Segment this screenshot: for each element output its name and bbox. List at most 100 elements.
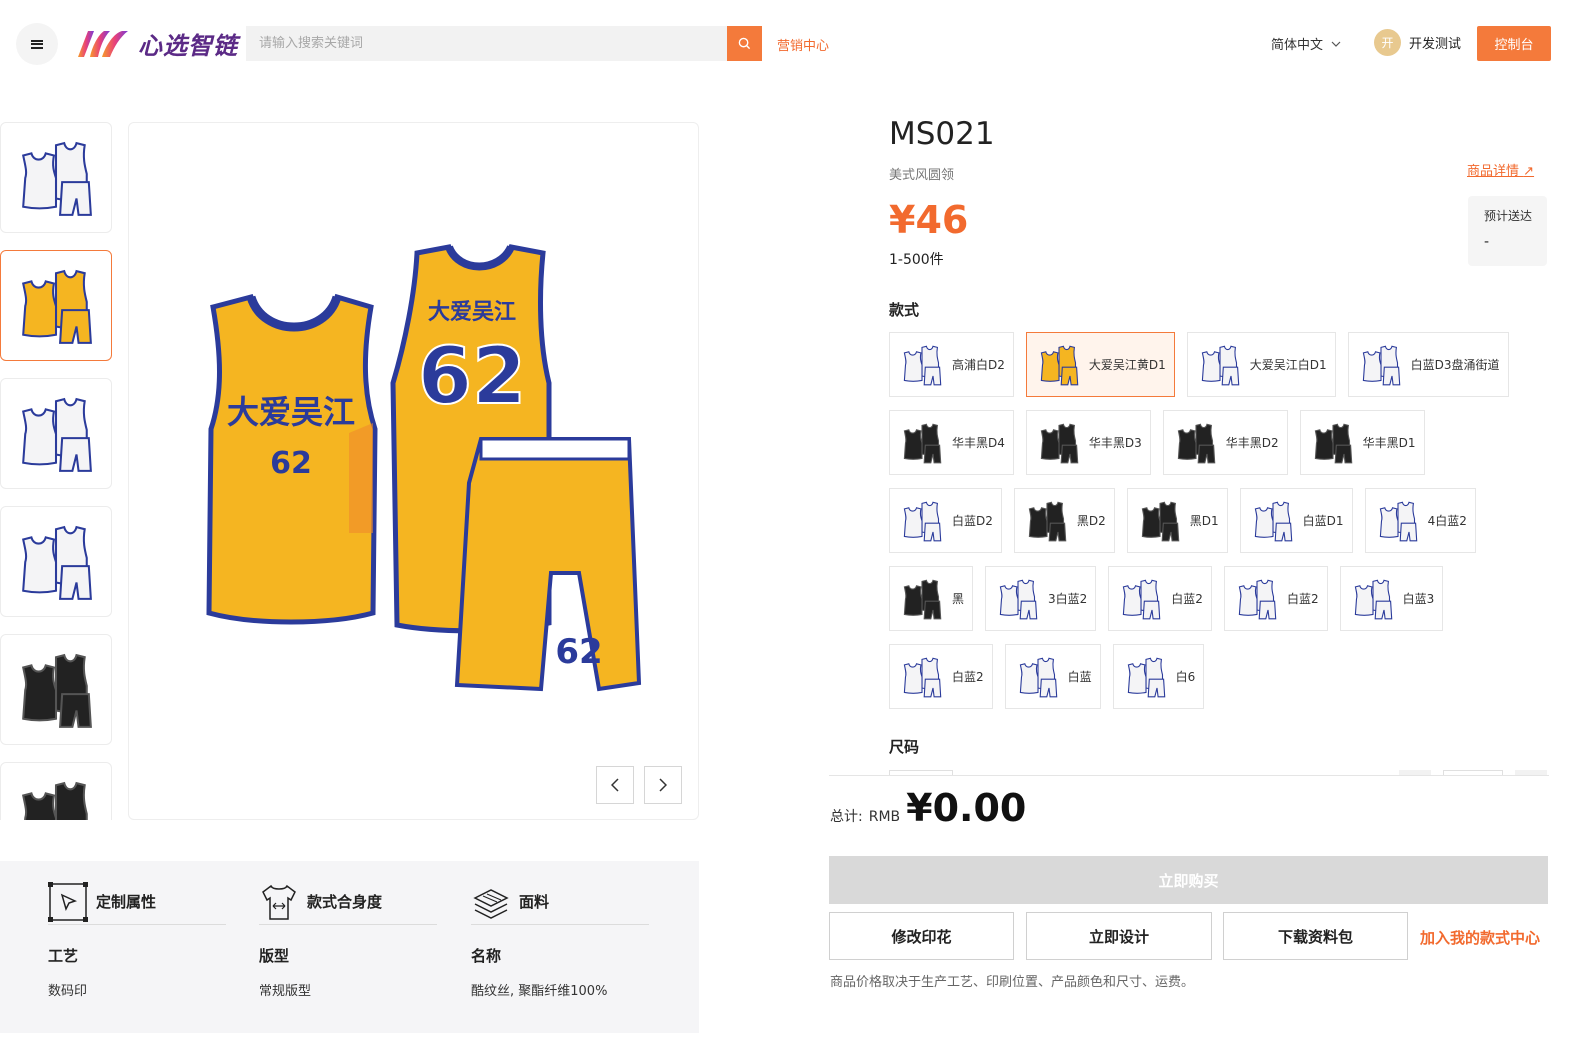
style-thumbnail [1201,345,1240,385]
style-thumbnail [1040,423,1079,463]
thumbnail-image [22,781,88,820]
attribute-fabric: 面料 名称 酷纹丝, 聚酯纤维100% [471,883,649,999]
style-option-label: 白蓝 [1067,670,1092,684]
thumbnail-3[interactable] [0,378,112,489]
quantity-range: 1-500件 [889,252,944,268]
style-option-label: 白蓝3 [1402,592,1435,606]
style-option[interactable]: 华丰黑D3 [1025,410,1151,475]
jersey-back-team: 大爱吴江 [428,300,516,325]
style-option[interactable]: 华丰黑D4 [889,410,1014,475]
download-pack-button[interactable]: 下载资料包 [1223,912,1408,960]
style-option[interactable]: 大爱吴江黄D1 [1025,332,1175,397]
style-option[interactable]: 华丰黑D2 [1162,410,1288,475]
style-option-label: 白蓝D2 [952,514,993,528]
style-option[interactable]: 华丰黑D1 [1299,410,1425,475]
chevron-right-icon [659,778,667,792]
product-image: 大爱吴江 62 大爱吴江 62 62 [206,244,642,692]
style-thumbnail [1379,501,1417,541]
style-option-label: 黑 [952,592,965,606]
attribute-key: 版型 [259,947,290,965]
attribute-value: 数码印 [48,984,88,999]
thumbnail-4[interactable] [0,506,112,617]
style-option[interactable]: 3白蓝2 [985,566,1097,631]
style-option[interactable]: 白蓝3 [1339,566,1444,631]
style-option[interactable]: 白蓝2 [1108,566,1212,631]
thumbnail-image [22,141,92,216]
style-section-title: 款式 [889,301,920,319]
search-input[interactable] [246,26,727,61]
style-option[interactable]: 白蓝D3盘涌街道 [1347,332,1509,397]
style-thumbnail [903,345,942,385]
product-detail-link[interactable]: 商品详情 ↗ [1467,160,1534,179]
language-selector[interactable]: 简体中文 [1271,34,1341,53]
logo[interactable]: 心选智链 [74,26,238,61]
fabric-icon [473,888,509,919]
attribute-title: 款式合身度 [307,893,383,911]
style-thumbnail [903,657,942,697]
style-option[interactable]: 白蓝2 [1223,566,1328,631]
style-thumbnail [1177,423,1216,463]
style-thumbnail [1028,501,1067,541]
add-to-style-center-link[interactable]: 加入我的款式中心 [1420,927,1540,948]
console-button[interactable]: 控制台 [1477,26,1551,61]
design-now-button[interactable]: 立即设计 [1026,912,1212,960]
style-option[interactable]: 4白蓝2 [1364,488,1476,553]
search-button[interactable] [727,26,762,61]
size-quantity-input[interactable] [1443,770,1503,775]
attribute-key: 名称 [471,947,502,965]
style-option-label: 白蓝D3盘涌街道 [1410,358,1500,372]
search-icon [738,37,751,50]
style-option[interactable]: 白蓝D2 [889,488,1002,553]
style-thumbnail [903,579,942,619]
style-option[interactable]: 大爱吴江白D1 [1186,332,1336,397]
shorts-shape: 62 [454,437,642,692]
style-option[interactable]: 黑 [889,566,974,631]
buy-now-button[interactable]: 立即购买 [829,856,1548,904]
cursor-icon [48,881,88,922]
attribute-value: 常规版型 [259,984,312,999]
size-stepper-minus[interactable] [1399,770,1431,775]
next-image-button[interactable] [644,766,682,804]
user-menu[interactable]: 开 开发测试 [1374,29,1461,56]
style-option[interactable]: 黑D1 [1126,488,1228,553]
marketing-center-link[interactable]: 营销中心 [777,35,829,54]
hamburger-icon [31,39,43,49]
style-option[interactable]: 高浦白D2 [889,332,1014,397]
edit-print-button[interactable]: 修改印花 [829,912,1014,960]
style-option[interactable]: 黑D2 [1013,488,1115,553]
size-stepper-plus[interactable] [1515,770,1547,775]
thumbnail-5[interactable] [0,634,112,745]
thumbnail-6[interactable] [0,762,112,820]
style-option[interactable]: 白蓝2 [889,644,993,709]
style-option-label: 白蓝2 [1171,592,1203,606]
style-options: 高浦白D2 大爱吴江黄D1 大爱吴江白D1 白蓝D3盘涌街道 华丰黑D4 华丰黑D3 华丰黑… [889,332,1549,722]
style-option-label: 大爱吴江黄D1 [1088,358,1166,372]
thumbnail-2[interactable] [0,250,112,361]
thumbnail-1[interactable] [0,122,112,233]
size-chip[interactable] [889,770,953,775]
menu-button[interactable] [16,23,58,65]
size-options [829,768,1549,776]
style-thumbnail [1123,579,1161,619]
style-option[interactable]: 白蓝D1 [1239,488,1353,553]
logo-mark-icon [78,30,128,57]
attribute-fit: 款式合身度 版型 常规版型 [259,883,437,999]
logo-text: 心选智链 [138,32,238,60]
style-row: 高浦白D2 大爱吴江黄D1 大爱吴江白D1 白蓝D3盘涌街道 [889,332,1549,397]
tshirt-icon [262,884,296,920]
style-option-label: 黑D2 [1076,514,1106,528]
total-label: 总计: [830,809,863,825]
style-option[interactable]: 白6 [1112,644,1205,709]
user-name: 开发测试 [1409,37,1462,52]
attribute-header: 定制属性 [48,881,226,925]
jersey-back-number: 62 [418,332,527,422]
chevron-down-icon [1331,41,1341,47]
style-thumbnail [903,423,942,463]
eta-label: 预计送达 [1484,209,1533,223]
prev-image-button[interactable] [596,766,634,804]
jersey-front-shape: 大爱吴江 62 [206,293,378,625]
product-code: MS021 [889,116,995,152]
style-option[interactable]: 白蓝 [1004,644,1101,709]
attribute-key: 工艺 [48,947,79,965]
attribute-title: 面料 [519,893,550,911]
